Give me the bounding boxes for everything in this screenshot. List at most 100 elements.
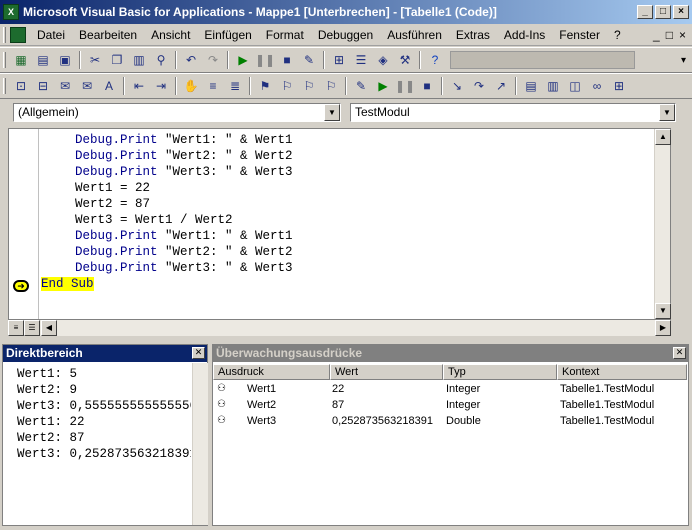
run-icon[interactable]: ▶: [233, 50, 253, 70]
code-editor[interactable]: ➜ Debug.Print "Wert1: " & Wert1 Debug.Pr…: [8, 128, 671, 320]
menu-addins[interactable]: Add-Ins: [497, 28, 552, 42]
code-line-current[interactable]: End Sub: [41, 276, 94, 292]
excel-icon[interactable]: ▦: [11, 50, 31, 70]
step-over-icon[interactable]: ↷: [469, 76, 489, 96]
watch-row[interactable]: ⚇ Wert2 87 Integer Tabelle1.TestModul: [213, 397, 687, 413]
immediate-output-line[interactable]: Wert3: 0,555555555555556: [17, 398, 191, 414]
code-line[interactable]: Wert3 = Wert1 / Wert2: [45, 212, 233, 228]
watch-row[interactable]: ⚇ Wert3 0,252873563218391 Double Tabelle1.Te…: [213, 413, 687, 429]
complete-word-icon[interactable]: A: [99, 76, 119, 96]
immediate-output-line[interactable]: Wert2: 87: [17, 430, 191, 446]
redo-icon[interactable]: ↷: [203, 50, 223, 70]
code-line[interactable]: Debug.Print "Wert2: " & Wert2: [45, 244, 293, 260]
break-icon[interactable]: ❚❚: [395, 76, 415, 96]
code-line[interactable]: Debug.Print "Wert3: " & Wert3: [45, 260, 293, 276]
paste-icon[interactable]: ▥: [129, 50, 149, 70]
quick-watch-icon[interactable]: ∞: [587, 76, 607, 96]
menu-fenster[interactable]: Fenster: [552, 28, 607, 42]
code-line[interactable]: Debug.Print "Wert1: " & Wert1: [45, 228, 293, 244]
menu-help[interactable]: ?: [607, 28, 628, 42]
design-mode-icon[interactable]: ✎: [299, 50, 319, 70]
procedure-combo[interactable]: TestModul ▼: [350, 103, 676, 122]
toggle-breakpoint-icon[interactable]: ✋: [181, 76, 201, 96]
break-icon[interactable]: ❚❚: [255, 50, 275, 70]
chevron-down-icon[interactable]: ▼: [659, 104, 675, 121]
menu-ausfuehren[interactable]: Ausführen: [380, 28, 449, 42]
scroll-left-icon[interactable]: ◀: [41, 320, 57, 336]
full-module-view-icon[interactable]: ☰: [24, 320, 40, 336]
reset-icon[interactable]: ■: [277, 50, 297, 70]
design-mode-icon[interactable]: ✎: [351, 76, 371, 96]
run-icon[interactable]: ▶: [373, 76, 393, 96]
menu-extras[interactable]: Extras: [449, 28, 497, 42]
menu-bearbeiten[interactable]: Bearbeiten: [72, 28, 144, 42]
code-horizontal-scrollbar[interactable]: ≡ ☰ ◀ ▶: [8, 320, 671, 336]
step-into-icon[interactable]: ↘: [447, 76, 467, 96]
call-stack-icon[interactable]: ⊞: [609, 76, 629, 96]
vba-excel-icon[interactable]: X: [3, 4, 19, 20]
scroll-right-icon[interactable]: ▶: [655, 320, 671, 336]
uncomment-block-icon[interactable]: ≣: [225, 76, 245, 96]
immediate-vertical-scrollbar[interactable]: [192, 363, 208, 525]
list-properties-icon[interactable]: ⊡: [11, 76, 31, 96]
project-explorer-icon[interactable]: ⊞: [329, 50, 349, 70]
save-icon[interactable]: ▣: [55, 50, 75, 70]
chevron-down-icon[interactable]: ▼: [324, 104, 340, 121]
quick-info-icon[interactable]: ✉: [55, 76, 75, 96]
indent-icon[interactable]: ⇥: [151, 76, 171, 96]
code-line[interactable]: Debug.Print "Wert3: " & Wert3: [45, 164, 293, 180]
step-out-icon[interactable]: ↗: [491, 76, 511, 96]
clear-bookmarks-icon[interactable]: ⚐: [321, 76, 341, 96]
next-bookmark-icon[interactable]: ⚐: [277, 76, 297, 96]
doc-minimize-button[interactable]: _: [653, 28, 660, 42]
watch-row[interactable]: ⚇ Wert1 22 Integer Tabelle1.TestModul: [213, 381, 687, 397]
doc-restore-button[interactable]: □: [666, 28, 673, 42]
column-header-typ[interactable]: Typ: [443, 364, 557, 380]
parameter-info-icon[interactable]: ✉: [77, 76, 97, 96]
list-constants-icon[interactable]: ⊟: [33, 76, 53, 96]
immediate-output-line[interactable]: Wert2: 9: [17, 382, 191, 398]
menu-einfuegen[interactable]: Einfügen: [197, 28, 258, 42]
outdent-icon[interactable]: ⇤: [129, 76, 149, 96]
maximize-button[interactable]: □: [655, 5, 671, 19]
immediate-icon[interactable]: ▥: [543, 76, 563, 96]
code-line[interactable]: Debug.Print "Wert2: " & Wert2: [45, 148, 293, 164]
scroll-down-icon[interactable]: ▼: [655, 303, 671, 319]
scroll-up-icon[interactable]: ▲: [655, 129, 671, 145]
menu-ansicht[interactable]: Ansicht: [144, 28, 197, 42]
bookmark-icon[interactable]: ⚑: [255, 76, 275, 96]
close-icon[interactable]: ✕: [192, 347, 205, 359]
code-vertical-scrollbar[interactable]: ▲ ▼: [654, 129, 671, 319]
code-window-icon[interactable]: [10, 26, 26, 43]
menu-debuggen[interactable]: Debuggen: [311, 28, 380, 42]
menu-datei[interactable]: Datei: [30, 28, 72, 42]
close-icon[interactable]: ✕: [673, 347, 686, 359]
code-line[interactable]: Wert1 = 22: [45, 180, 150, 196]
cut-icon[interactable]: ✂: [85, 50, 105, 70]
object-browser-icon[interactable]: ◈: [373, 50, 393, 70]
menu-format[interactable]: Format: [259, 28, 311, 42]
copy-icon[interactable]: ❐: [107, 50, 127, 70]
minimize-button[interactable]: _: [637, 5, 653, 19]
procedure-view-icon[interactable]: ≡: [8, 320, 24, 336]
toolbar-grip[interactable]: [3, 78, 6, 94]
immediate-output-line[interactable]: Wert3: 0,252873563218391: [17, 446, 191, 462]
doc-close-button[interactable]: ×: [679, 28, 686, 42]
undo-icon[interactable]: ↶: [181, 50, 201, 70]
watch-icon[interactable]: ◫: [565, 76, 585, 96]
locals-icon[interactable]: ▤: [521, 76, 541, 96]
properties-icon[interactable]: ☰: [351, 50, 371, 70]
find-icon[interactable]: ⚲: [151, 50, 171, 70]
toolbar-options-icon[interactable]: ▾: [681, 55, 686, 66]
column-header-kontext[interactable]: Kontext: [557, 364, 687, 380]
immediate-output-line[interactable]: Wert1: 22: [17, 414, 191, 430]
object-combo[interactable]: (Allgemein) ▼: [13, 103, 341, 122]
toolbox-icon[interactable]: ⚒: [395, 50, 415, 70]
help-icon[interactable]: ?: [425, 50, 445, 70]
code-line[interactable]: Debug.Print "Wert1: " & Wert1: [45, 132, 293, 148]
reset-icon[interactable]: ■: [417, 76, 437, 96]
column-header-wert[interactable]: Wert: [330, 364, 443, 380]
menu-grip[interactable]: [3, 26, 6, 43]
prev-bookmark-icon[interactable]: ⚐: [299, 76, 319, 96]
insert-userform-icon[interactable]: ▤: [33, 50, 53, 70]
